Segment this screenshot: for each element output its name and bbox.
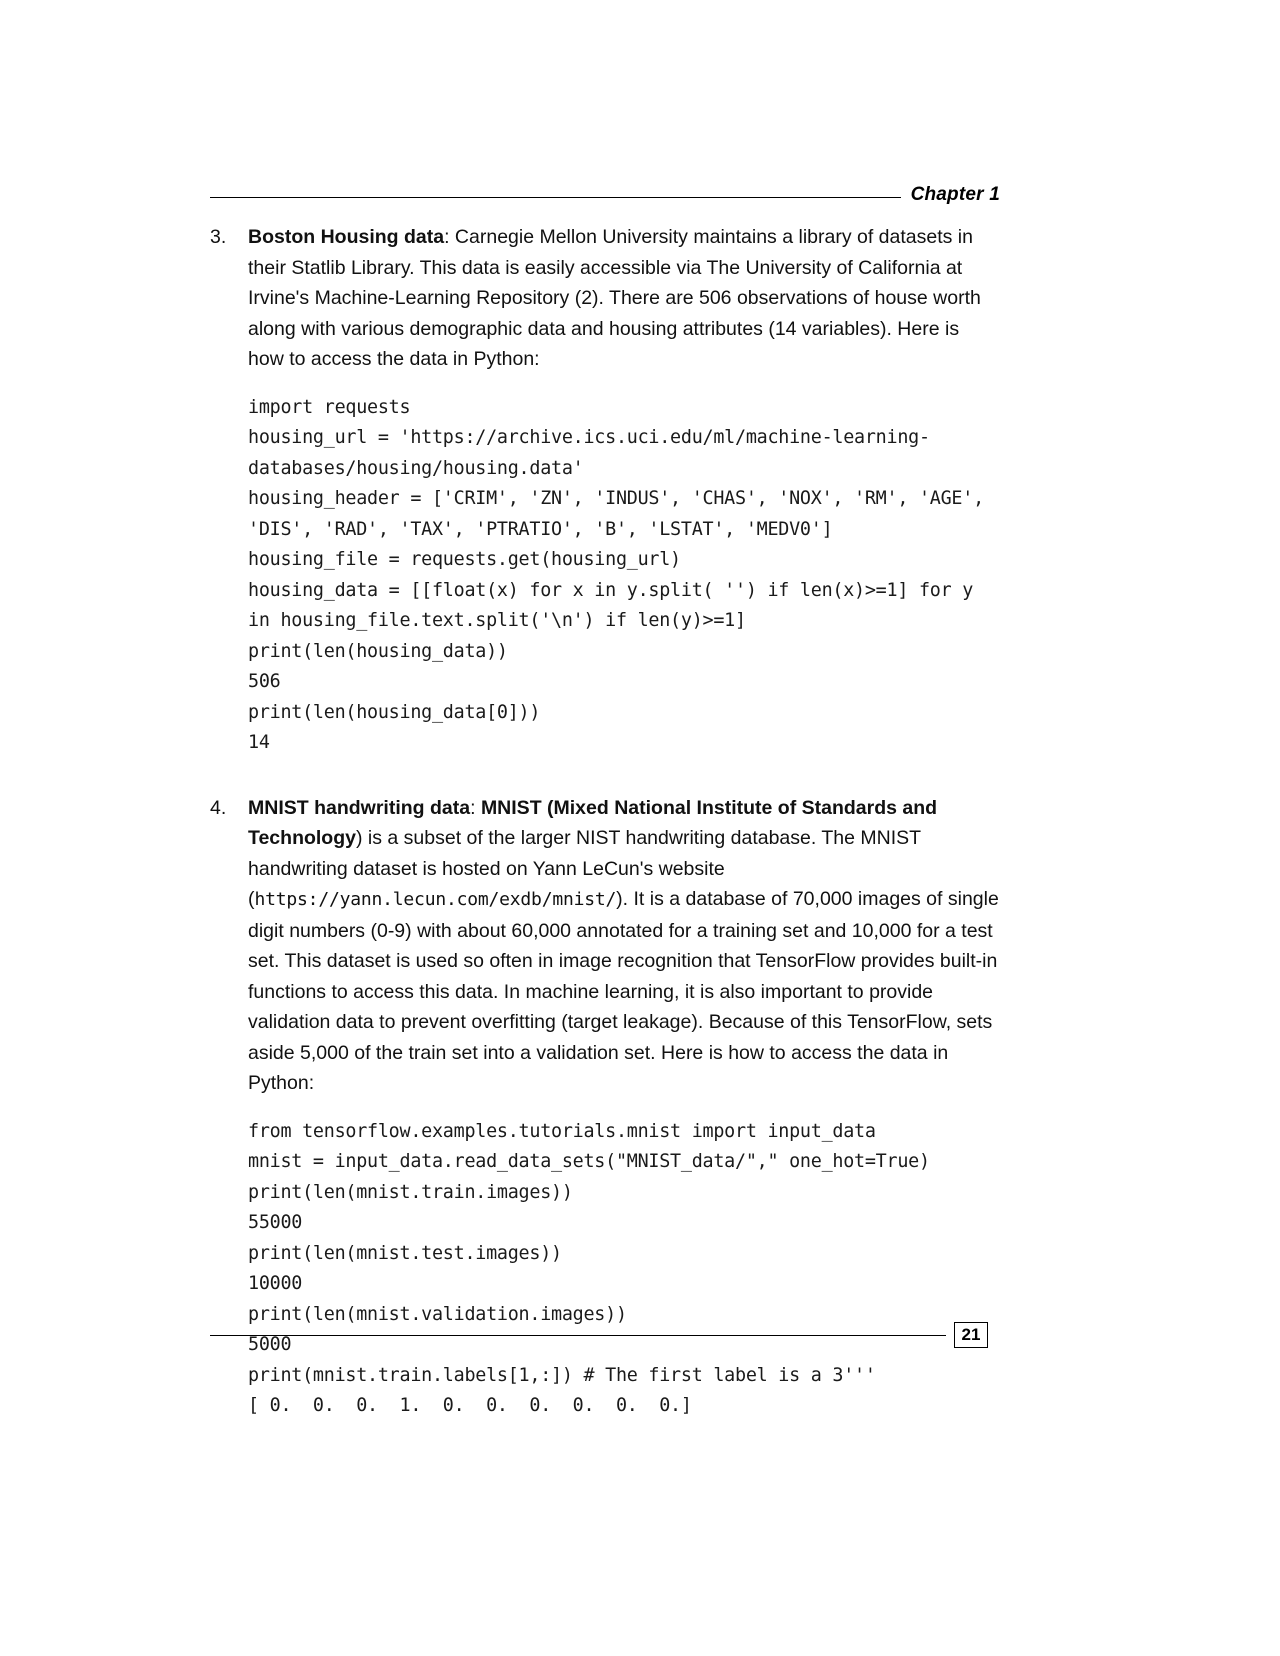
list-item: 3. Boston Housing data: Carnegie Mellon … [210,222,1000,759]
code-block-mnist: from tensorflow.examples.tutorials.mnist… [248,1120,930,1417]
running-header: Chapter 1 [210,178,1000,212]
item-title-separator: : [470,796,481,819]
page-content: 3. Boston Housing data: Carnegie Mellon … [210,222,1000,1422]
chapter-label: Chapter 1 [910,184,1000,205]
item-title-boston: Boston Housing data [248,226,445,248]
document-page: Chapter 1 3. Boston Housing data: Carneg… [0,0,1280,1656]
item-body-text-part2: ). It is a database of 70,000 images of … [248,888,999,1094]
mnist-website-url: https://yann.lecun.com/exdb/mnist/ [254,889,617,910]
list-item-number: 3. [210,226,227,248]
list-item-number: 4. [210,796,227,819]
list-item-body: Boston Housing data: Carnegie Mellon Uni… [248,222,1000,759]
header-divider-rule [210,196,901,198]
footer-divider-rule [210,1334,946,1336]
page-number: 21 [954,1322,988,1348]
item-title-separator: : [444,226,455,248]
paragraph-boston-housing: Boston Housing data: Carnegie Mellon Uni… [248,222,1000,375]
code-block-boston-housing: import requests housing_url = 'https://a… [248,396,984,754]
item-title-mnist: MNIST handwriting data [248,796,471,819]
paragraph-mnist: MNIST handwriting data: MNIST (Mixed Nat… [248,793,1000,1099]
page-footer: 21 [210,1322,1000,1348]
